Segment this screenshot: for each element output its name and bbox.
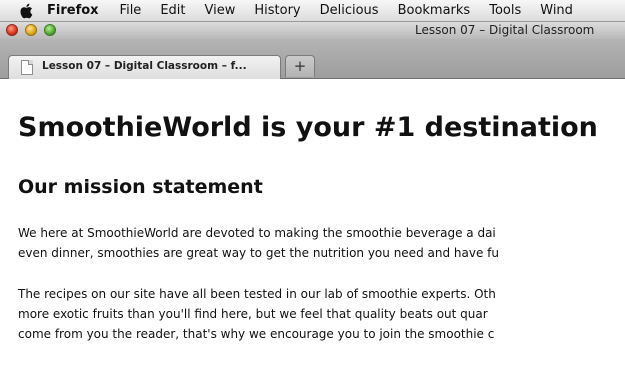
- paragraph-line: more exotic fruits than you'll find here…: [18, 307, 488, 321]
- paragraph-line: We here at SmoothieWorld are devoted to …: [18, 226, 496, 240]
- menu-delicious[interactable]: Delicious: [320, 3, 379, 18]
- menu-history[interactable]: History: [254, 3, 300, 18]
- mission-heading: Our mission statement: [18, 176, 263, 198]
- close-window-button[interactable]: [6, 24, 18, 36]
- page-title: SmoothieWorld is your #1 destination: [18, 112, 598, 143]
- tab-label: Lesson 07 – Digital Classroom – f...: [42, 60, 247, 72]
- menu-bar: Firefox File Edit View History Delicious…: [0, 0, 625, 22]
- window-title: Lesson 07 – Digital Classroom: [415, 23, 595, 37]
- tab-lesson-07[interactable]: Lesson 07 – Digital Classroom – f...: [8, 55, 281, 79]
- menu-file[interactable]: File: [120, 3, 142, 18]
- new-tab-button[interactable]: +: [285, 55, 315, 77]
- recipes-paragraph: The recipes on our site have all been te…: [18, 284, 496, 344]
- menu-view[interactable]: View: [205, 3, 236, 18]
- page-icon: [21, 60, 33, 75]
- zoom-window-button[interactable]: [44, 24, 56, 36]
- menu-window[interactable]: Wind: [540, 3, 573, 18]
- tab-strip: Lesson 07 – Digital Classroom – f... +: [0, 39, 625, 79]
- minimize-window-button[interactable]: [25, 24, 37, 36]
- window-title-bar[interactable]: Lesson 07 – Digital Classroom: [0, 22, 625, 39]
- paragraph-line: The recipes on our site have all been te…: [18, 287, 496, 301]
- menu-firefox[interactable]: Firefox: [47, 3, 99, 18]
- menu-tools[interactable]: Tools: [489, 3, 521, 18]
- menu-edit[interactable]: Edit: [160, 3, 185, 18]
- apple-logo-icon[interactable]: [19, 3, 33, 19]
- paragraph-line: come from you the reader, that's why we …: [18, 327, 495, 341]
- mission-paragraph: We here at SmoothieWorld are devoted to …: [18, 223, 499, 263]
- paragraph-line: even dinner, smoothies are great way to …: [18, 246, 499, 260]
- page-content: SmoothieWorld is your #1 destination Our…: [0, 80, 625, 379]
- menu-bookmarks[interactable]: Bookmarks: [398, 3, 471, 18]
